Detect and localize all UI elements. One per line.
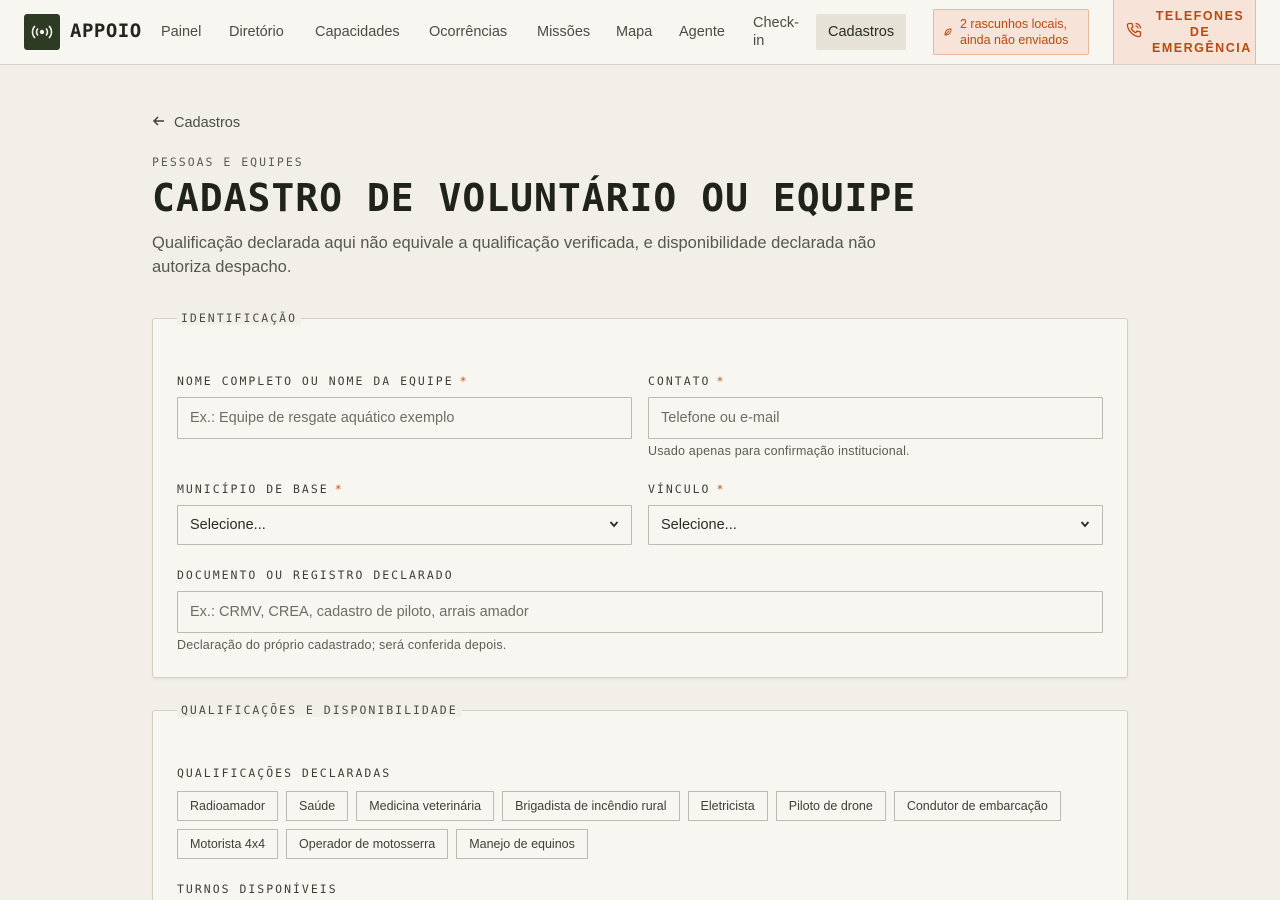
link-select-value: Selecione... xyxy=(661,517,737,533)
required-mark: * xyxy=(716,374,726,388)
municipality-label-text: MUNICÍPIO DE BASE xyxy=(177,482,329,496)
nav-diretorio[interactable]: Diretório xyxy=(229,14,284,50)
back-link-label: Cadastros xyxy=(174,115,241,131)
page-subtitle: Qualificação declarada aqui não equivale… xyxy=(152,234,876,276)
page-eyebrow: PESSOAS E EQUIPES xyxy=(152,155,304,169)
brand-name[interactable]: APPOIO xyxy=(70,20,142,42)
nav-capacidades[interactable]: Capacidades xyxy=(315,14,400,50)
nav-mapa[interactable]: Mapa xyxy=(616,14,652,50)
leaf-icon xyxy=(944,24,952,40)
name-label-text: NOME COMPLETO OU NOME DA EQUIPE xyxy=(177,374,454,388)
chevron-down-icon xyxy=(609,517,619,533)
page-title: CADASTRO DE VOLUNTÁRIO OU EQUIPE xyxy=(152,176,917,220)
required-mark: * xyxy=(716,482,726,496)
document-input[interactable] xyxy=(177,591,1103,633)
identification-fieldset: IDENTIFICAÇÃO NOME COMPLETO OU NOME DA E… xyxy=(152,311,1128,678)
phone-icon xyxy=(1126,22,1142,43)
link-select[interactable]: Selecione... xyxy=(648,505,1103,545)
chip-piloto-drone[interactable]: Piloto de drone xyxy=(775,791,886,821)
nav-agente[interactable]: Agente xyxy=(679,14,725,50)
shifts-label: TURNOS DISPONÍVEIS xyxy=(177,882,338,896)
contact-help: Usado apenas para confirmação institucio… xyxy=(648,444,910,458)
name-label: NOME COMPLETO OU NOME DA EQUIPE * xyxy=(177,374,469,388)
top-navigation-bar: APPOIO Painel Diretório Capacidades Ocor… xyxy=(0,0,1280,65)
local-drafts-button[interactable]: 2 rascunhos locais, ainda não enviados xyxy=(933,9,1089,55)
qualifications-legend: QUALIFICAÇÕES E DISPONIBILIDADE xyxy=(177,703,462,717)
document-help: Declaração do próprio cadastrado; será c… xyxy=(177,638,507,652)
link-label: VÍNCULO * xyxy=(648,482,725,496)
chip-saude[interactable]: Saúde xyxy=(286,791,349,821)
chip-brigadista[interactable]: Brigadista de incêndio rural xyxy=(502,791,680,821)
name-input[interactable] xyxy=(177,397,632,439)
chip-motorista-4x4[interactable]: Motorista 4x4 xyxy=(177,829,279,859)
municipality-label: MUNICÍPIO DE BASE * xyxy=(177,482,344,496)
drafts-label: 2 rascunhos locais, ainda não enviados xyxy=(960,17,1069,47)
nav-painel[interactable]: Painel xyxy=(161,14,201,50)
broadcast-logo-icon[interactable] xyxy=(24,14,60,50)
emergency-phones-button[interactable]: TELEFONES DE EMERGÊNCIA xyxy=(1113,0,1256,64)
arrow-left-icon xyxy=(152,114,166,132)
chevron-down-icon xyxy=(1080,517,1090,533)
required-mark: * xyxy=(459,374,469,388)
municipality-select-value: Selecione... xyxy=(190,517,266,533)
contact-label-text: CONTATO xyxy=(648,374,711,388)
nav-missoes[interactable]: Missões xyxy=(537,14,590,50)
chip-radioamador[interactable]: Radioamador xyxy=(177,791,279,821)
declared-qualifications-label: QUALIFICAÇÕES DECLARADAS xyxy=(177,766,392,780)
chip-medicina-veterinaria[interactable]: Medicina veterinária xyxy=(356,791,495,821)
identification-legend: IDENTIFICAÇÃO xyxy=(177,311,302,325)
link-label-text: VÍNCULO xyxy=(648,482,711,496)
required-mark: * xyxy=(334,482,344,496)
chip-eletricista[interactable]: Eletricista xyxy=(687,791,768,821)
document-label: DOCUMENTO OU REGISTRO DECLARADO xyxy=(177,568,454,582)
contact-input[interactable] xyxy=(648,397,1103,439)
back-link[interactable]: Cadastros xyxy=(152,114,240,132)
nav-ocorrencias[interactable]: Ocorrências xyxy=(429,14,507,50)
nav-check-in[interactable]: Check-in xyxy=(753,14,805,50)
chip-operador-motosserra[interactable]: Operador de motosserra xyxy=(286,829,449,859)
contact-label: CONTATO * xyxy=(648,374,725,388)
nav-cadastros[interactable]: Cadastros xyxy=(816,14,907,50)
chip-manejo-equinos[interactable]: Manejo de equinos xyxy=(456,829,588,859)
qualification-chips: Radioamador Saúde Medicina veterinária B… xyxy=(177,791,1117,859)
chip-condutor-embarcacao[interactable]: Condutor de embarcação xyxy=(893,791,1061,821)
emergency-phones-label: TELEFONES DE EMERGÊNCIA xyxy=(1152,9,1252,55)
municipality-select[interactable]: Selecione... xyxy=(177,505,632,545)
qualifications-fieldset: QUALIFICAÇÕES E DISPONIBILIDADE QUALIFIC… xyxy=(152,703,1128,900)
